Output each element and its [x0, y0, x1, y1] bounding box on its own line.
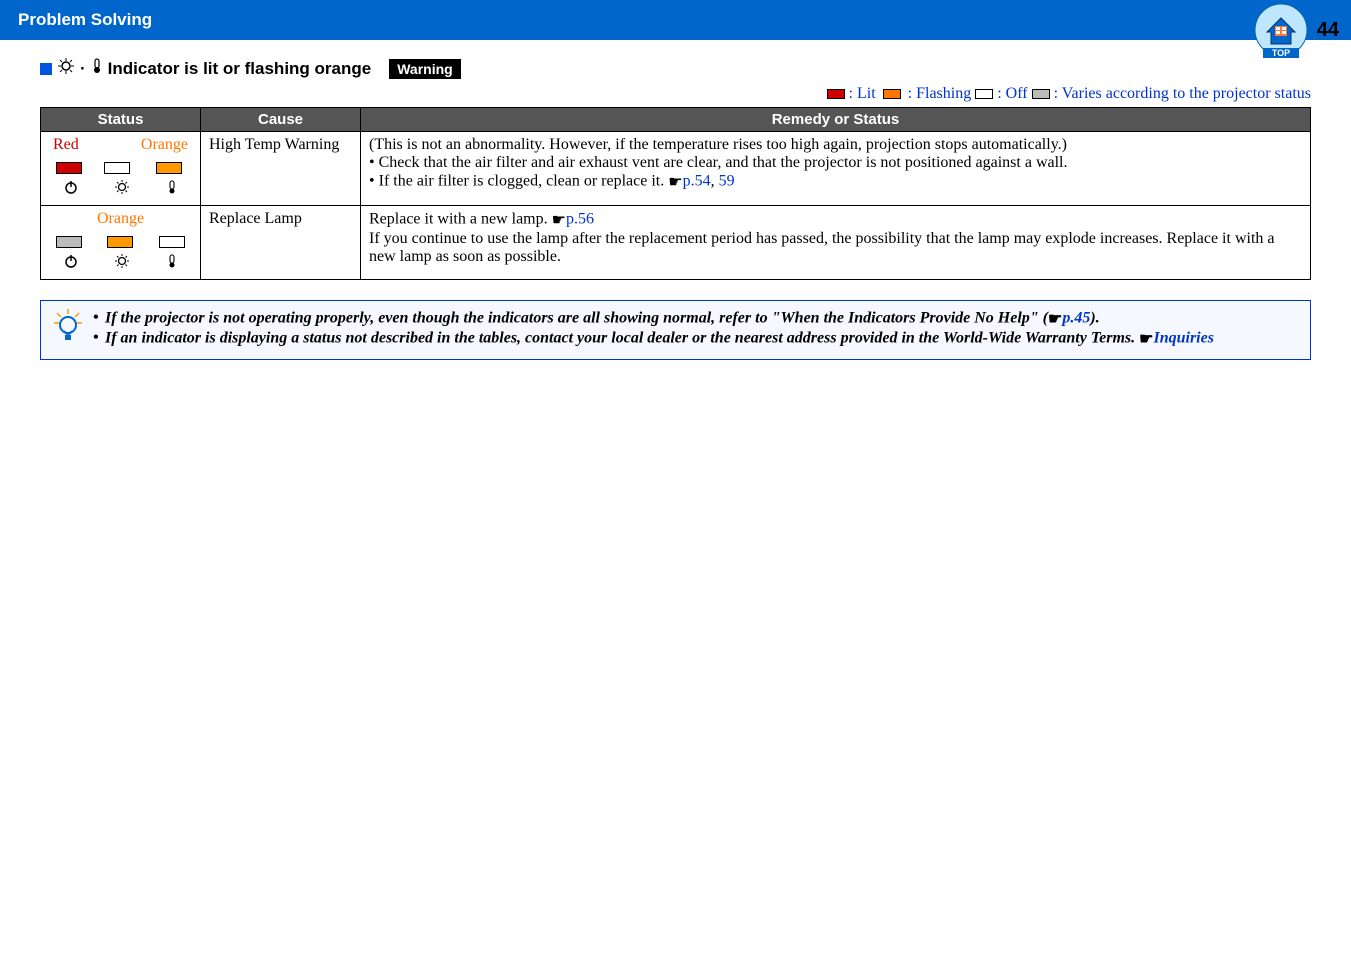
th-remedy: Remedy or Status: [361, 108, 1311, 132]
remedy-b2-pre: If the air filter is clogged, clean or r…: [379, 173, 669, 190]
indicator-box-row: [49, 232, 192, 252]
remedy-main: (This is not an abnormality. However, if…: [369, 136, 1302, 154]
page-link[interactable]: p.56: [566, 211, 594, 228]
legend-off-text: : Off: [997, 85, 1027, 103]
pointer-icon: ☛: [668, 172, 682, 192]
home-top-icon[interactable]: TOP: [1253, 0, 1311, 60]
header-title: Problem Solving: [18, 10, 152, 30]
remedy-line2: If you continue to use the lamp after th…: [369, 230, 1302, 266]
legend-flashing-text: : Flashing: [908, 85, 972, 103]
remedy-line1: Replace it with a new lamp. ☛ p.56: [369, 210, 1302, 230]
page-link[interactable]: 59: [719, 173, 735, 190]
section-title: · Indicator is lit or flashing orange: [58, 58, 371, 79]
indicator-symbol-row: [49, 252, 192, 275]
remedy-cell: (This is not an abnormality. However, if…: [361, 132, 1311, 206]
thermometer-icon: [92, 58, 102, 79]
tip-b2-pre: If an indicator is displaying a status n…: [105, 330, 1139, 347]
legend-varies-text: : Varies according to the projector stat…: [1054, 85, 1311, 103]
indicator-varies-icon: [56, 236, 82, 248]
indicator-lit-red-icon: [56, 162, 82, 174]
legend-row: : Lit : Flashing : Off : Varies accordin…: [40, 85, 1311, 103]
indicator-symbol-row: [49, 178, 192, 201]
indicator-flash-orange-icon: [153, 160, 185, 176]
tip-b1-post: ).: [1090, 310, 1099, 327]
page-number: 44: [1317, 19, 1339, 42]
indicator-box-row: [49, 158, 192, 178]
warning-badge: Warning: [389, 59, 460, 79]
status-cell: Orange: [41, 206, 201, 280]
legend-off-icon: [975, 89, 993, 99]
status-label-orange: Orange: [97, 210, 144, 228]
pointer-icon: ☛: [1048, 309, 1062, 329]
pointer-icon: ☛: [552, 210, 566, 230]
legend-lit-text: : Lit: [849, 85, 876, 103]
link-sep: ,: [711, 173, 719, 190]
remedy-b1-text: Check that the air filter and air exhaus…: [379, 154, 1068, 171]
legend-lit-icon: [827, 89, 845, 99]
table-row: Orange Replace Lamp Replace it: [41, 206, 1311, 280]
lamp-icon: [115, 254, 129, 273]
power-icon: [64, 180, 78, 199]
tip-content: • If the projector is not operating prop…: [93, 309, 1214, 349]
section-title-text: Indicator is lit or flashing orange: [108, 59, 372, 79]
temp-icon: [167, 254, 177, 273]
tip-box: • If the projector is not operating prop…: [40, 300, 1311, 360]
page-header: Problem Solving TOP 44: [0, 0, 1351, 40]
tip-bullet: • If an indicator is displaying a status…: [93, 329, 1214, 349]
th-cause: Cause: [201, 108, 361, 132]
status-table: Status Cause Remedy or Status Red Orange: [40, 107, 1311, 280]
remedy-cell: Replace it with a new lamp. ☛ p.56 If yo…: [361, 206, 1311, 280]
cause-cell: Replace Lamp: [201, 206, 361, 280]
page-link[interactable]: p.45: [1062, 310, 1090, 327]
top-label-text: TOP: [1272, 48, 1290, 58]
lamp-icon: [115, 180, 129, 199]
tip-b1-pre: If the projector is not operating proper…: [105, 310, 1048, 327]
power-icon: [64, 254, 78, 273]
status-cell: Red Orange: [41, 132, 201, 206]
section-sep: ·: [80, 59, 86, 79]
lamp-outline-icon: [58, 58, 74, 79]
remedy-bullet: • Check that the air filter and air exha…: [369, 154, 1302, 172]
status-label-red: Red: [53, 136, 79, 154]
th-status: Status: [41, 108, 201, 132]
page-badge: TOP 44: [1253, 0, 1351, 60]
section-bullet-icon: [40, 63, 52, 75]
remedy-l1-pre: Replace it with a new lamp.: [369, 211, 552, 228]
legend-flashing-icon: [880, 86, 904, 102]
page-link[interactable]: p.54: [683, 173, 711, 190]
section-heading-row: · Indicator is lit or flashing orange Wa…: [40, 58, 1311, 79]
status-label-orange: Orange: [141, 136, 188, 154]
temp-icon: [167, 180, 177, 199]
tip-bullet: • If the projector is not operating prop…: [93, 309, 1214, 329]
remedy-bullet: • If the air filter is clogged, clean or…: [369, 172, 1302, 192]
pointer-icon: ☛: [1139, 329, 1153, 349]
table-row: Red Orange High Temp Warning: [41, 132, 1311, 206]
indicator-off-icon: [159, 236, 185, 248]
cause-cell: High Temp Warning: [201, 132, 361, 206]
indicator-off-icon: [104, 162, 130, 174]
legend-varies-icon: [1032, 89, 1050, 99]
lightbulb-tip-icon: [53, 309, 83, 348]
indicator-flash-orange-icon: [104, 234, 136, 250]
table-header-row: Status Cause Remedy or Status: [41, 108, 1311, 132]
inquiries-link[interactable]: Inquiries: [1153, 330, 1213, 347]
